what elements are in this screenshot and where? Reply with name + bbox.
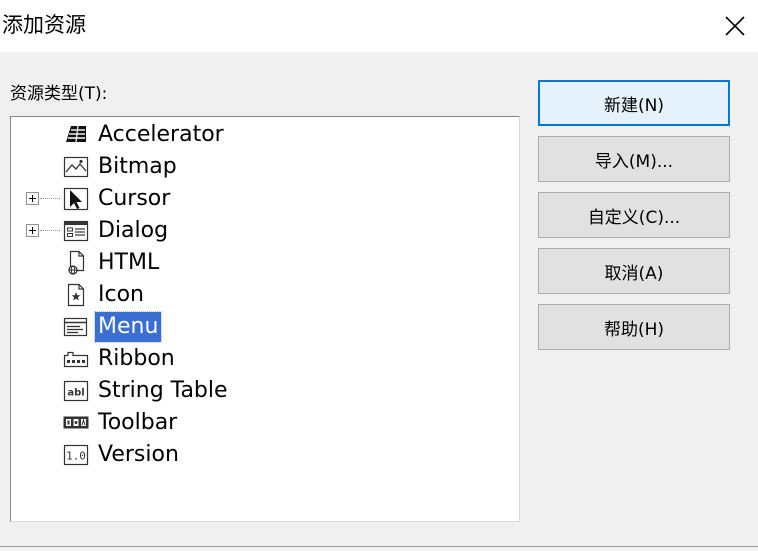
tree-item-toolbar[interactable]: Toolbar: [11, 407, 519, 439]
tree-item-label: Toolbar: [98, 410, 178, 435]
tree-connector: [40, 198, 60, 199]
cancel-button[interactable]: 取消(A): [538, 248, 730, 294]
tree-item-label: Bitmap: [98, 154, 177, 179]
expand-toggle[interactable]: [26, 224, 39, 237]
toolbar-icon: [63, 416, 89, 429]
tree-item-label: Version: [98, 442, 179, 467]
custom-button[interactable]: 自定义(C)...: [538, 192, 730, 238]
tree-connector: [40, 230, 60, 231]
expand-toggle[interactable]: [26, 192, 39, 205]
dialog-icon: [63, 220, 89, 242]
tree-item-label: Dialog: [98, 218, 169, 243]
version-icon-text: 1.0: [66, 450, 86, 463]
tree-item-cursor[interactable]: Cursor: [11, 183, 519, 215]
tree-item-label: Accelerator: [98, 122, 224, 147]
title-bar: 添加资源: [0, 0, 758, 52]
new-button[interactable]: 新建(N): [538, 80, 730, 126]
cursor-icon: [63, 187, 89, 211]
icon-resource-icon: [67, 283, 85, 307]
tree-item-label: Icon: [98, 282, 144, 307]
string-table-icon: abl: [63, 380, 89, 402]
import-button[interactable]: 导入(M)...: [538, 136, 730, 182]
tree-item-bitmap[interactable]: Bitmap: [11, 151, 519, 183]
tree-item-html[interactable]: HTML: [11, 247, 519, 279]
accelerator-icon: [66, 125, 86, 143]
tree-item-label: Menu: [93, 311, 163, 343]
tree-item-label: Ribbon: [98, 346, 175, 371]
menu-icon: [63, 317, 88, 337]
version-icon: 1.0: [63, 444, 89, 466]
close-button[interactable]: [712, 0, 758, 52]
dialog-bottom-edge: [0, 546, 758, 551]
tree-item-version[interactable]: 1.0 Version: [11, 439, 519, 471]
tree-item-label: Cursor: [98, 186, 171, 211]
tree-item-menu[interactable]: Menu: [11, 311, 519, 343]
tree-item-icon[interactable]: Icon: [11, 279, 519, 311]
tree-item-accelerator[interactable]: Accelerator: [11, 119, 519, 151]
html-icon: [68, 250, 85, 275]
help-button[interactable]: 帮助(H): [538, 304, 730, 350]
tree-item-string-table[interactable]: abl String Table: [11, 375, 519, 407]
close-icon: [725, 16, 745, 36]
string-table-icon-text: abl: [67, 388, 84, 399]
tree-item-label: HTML: [98, 250, 160, 275]
bitmap-icon: [63, 156, 89, 178]
tree-item-ribbon[interactable]: Ribbon: [11, 343, 519, 375]
resource-type-tree[interactable]: Accelerator Bitmap Cursor Dialog HTML Ic…: [10, 116, 520, 522]
tree-item-label: String Table: [98, 378, 228, 403]
ribbon-icon: [63, 351, 89, 368]
tree-item-dialog[interactable]: Dialog: [11, 215, 519, 247]
resource-type-label: 资源类型(T):: [10, 84, 108, 104]
dialog-title: 添加资源: [2, 13, 86, 37]
